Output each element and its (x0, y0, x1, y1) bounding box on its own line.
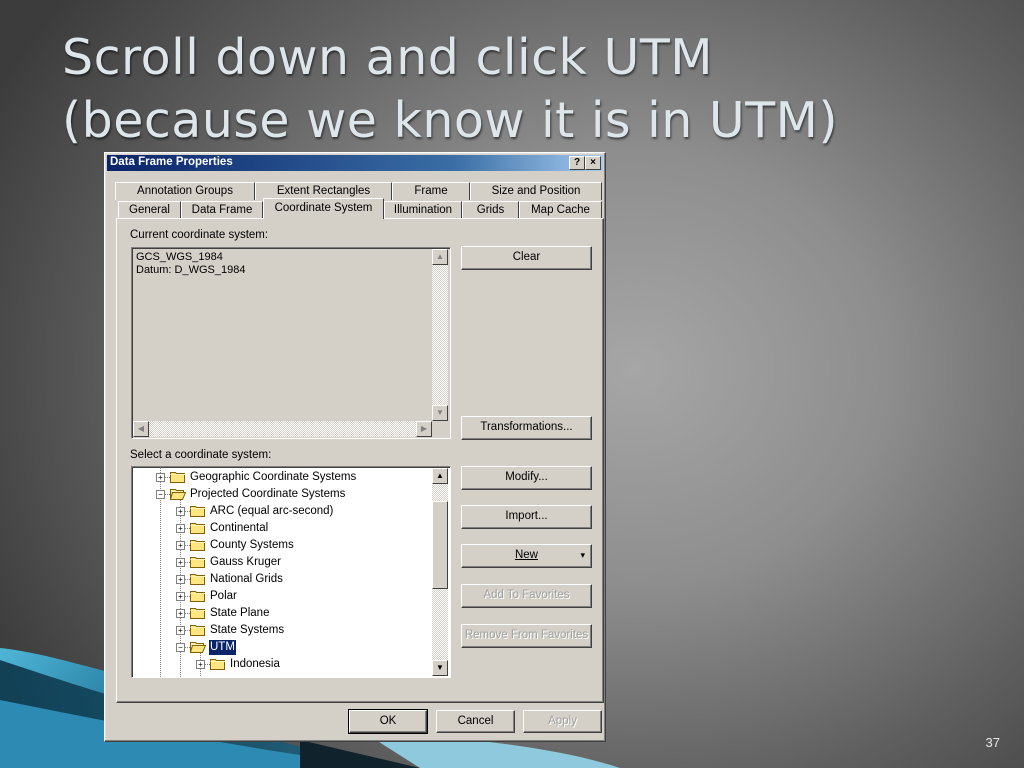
coordinate-system-tree[interactable]: + Geographic Coordinate Systems − Projected… (131, 466, 451, 678)
modify-button[interactable]: Modify... (461, 466, 592, 490)
folder-open-icon (169, 488, 187, 500)
tree-item[interactable]: + National Grids (132, 571, 432, 588)
tree-item-label[interactable]: Indonesia (229, 657, 281, 672)
tree-item-label[interactable]: Continental (209, 521, 269, 536)
expand-icon[interactable]: + (176, 541, 185, 550)
tab-coordinate-system[interactable]: Coordinate System (263, 198, 384, 219)
tree-scroll-up-icon[interactable]: ▲ (432, 468, 448, 484)
folder-open-icon (189, 641, 207, 653)
scroll-down-icon[interactable]: ▼ (432, 405, 448, 421)
collapse-icon[interactable]: − (176, 643, 185, 652)
cancel-button[interactable]: Cancel (436, 710, 515, 733)
folder-icon (190, 573, 206, 585)
expand-icon[interactable]: + (176, 626, 185, 635)
tree-item-label[interactable]: County Systems (209, 538, 295, 553)
tab-size-and-position[interactable]: Size and Position (470, 182, 602, 200)
tab-general[interactable]: General (118, 201, 181, 219)
remove-from-favorites-button[interactable]: Remove From Favorites (461, 624, 592, 648)
tree-item[interactable]: + Indonesia (132, 656, 432, 673)
tree-item-label[interactable]: National Grids (209, 572, 284, 587)
scroll-up-icon[interactable]: ▲ (432, 249, 448, 265)
folder-icon (190, 624, 206, 636)
expand-icon[interactable]: + (156, 473, 165, 482)
clear-button[interactable]: Clear (461, 246, 592, 270)
folder-icon (190, 607, 206, 619)
current-vertical-scrollbar[interactable]: ▲ ▼ (432, 249, 448, 421)
expand-icon[interactable]: + (176, 592, 185, 601)
close-icon[interactable]: × (585, 156, 601, 170)
expand-icon[interactable]: + (176, 575, 185, 584)
tree-item[interactable]: − Projected Coordinate Systems (132, 486, 432, 503)
add-to-favorites-button[interactable]: Add To Favorites (461, 584, 592, 608)
collapse-icon[interactable]: − (156, 490, 165, 499)
tree-item-label[interactable]: Geographic Coordinate Systems (189, 470, 357, 485)
slide-number: 37 (985, 735, 1000, 750)
tree-item[interactable]: + County Systems (132, 537, 432, 554)
expand-icon[interactable]: + (176, 524, 185, 533)
expand-icon[interactable]: + (176, 609, 185, 618)
expand-icon[interactable]: + (176, 558, 185, 567)
tree-item-label[interactable]: Gauss Kruger (209, 555, 282, 570)
apply-button[interactable]: Apply (523, 710, 602, 733)
dropdown-arrow-icon: ▾ (580, 550, 585, 560)
expand-icon[interactable]: + (176, 507, 185, 516)
import-button[interactable]: Import... (461, 505, 592, 529)
ok-button[interactable]: OK (348, 709, 428, 734)
tab-data-frame[interactable]: Data Frame (181, 201, 263, 219)
tree-item-label[interactable]: State Systems (209, 623, 285, 638)
scroll-left-icon[interactable]: ◀ (133, 421, 149, 437)
tree-item[interactable]: − UTM (132, 639, 432, 656)
tree-item-label[interactable]: ARC (equal arc-second) (209, 504, 334, 519)
dialog-titlebar[interactable]: Data Frame Properties ? × (107, 155, 603, 171)
folder-icon (190, 590, 206, 602)
tree-vertical-scrollbar[interactable]: ▲ ▼ (432, 468, 448, 676)
dialog-title: Data Frame Properties (110, 156, 233, 168)
tree-item-label[interactable]: State Plane (209, 606, 270, 621)
folder-icon (210, 658, 226, 670)
help-icon[interactable]: ? (569, 156, 585, 170)
folder-icon (190, 522, 206, 534)
tab-map-cache[interactable]: Map Cache (519, 201, 602, 219)
current-horizontal-scrollbar[interactable]: ◀ ▶ (133, 421, 432, 437)
tree-item[interactable]: + ARC (equal arc-second) (132, 503, 432, 520)
tree-item[interactable]: + State Plane (132, 605, 432, 622)
tab-grids[interactable]: Grids (462, 201, 519, 219)
new-button[interactable]: New ▾ (461, 544, 592, 568)
scroll-right-icon[interactable]: ▶ (416, 421, 432, 437)
tree-item-label[interactable]: UTM (208, 639, 237, 656)
current-system-text: GCS_WGS_1984 Datum: D_WGS_1984 (136, 251, 246, 276)
tab-annotation-groups[interactable]: Annotation Groups (115, 182, 255, 200)
select-system-label: Select a coordinate system: (130, 449, 272, 461)
slide-title: Scroll down and click UTM (because we kn… (62, 26, 962, 152)
tree-scroll-down-icon[interactable]: ▼ (432, 660, 448, 676)
tab-frame[interactable]: Frame (392, 182, 470, 200)
transformations-button[interactable]: Transformations... (461, 416, 592, 440)
expand-icon[interactable]: + (196, 660, 205, 669)
tree-item-label[interactable]: Projected Coordinate Systems (189, 487, 346, 502)
current-system-box[interactable]: GCS_WGS_1984 Datum: D_WGS_1984 ▲ ▼ ◀ ▶ (131, 247, 451, 439)
tree-item[interactable]: + Polar (132, 588, 432, 605)
tree-item[interactable]: + State Systems (132, 622, 432, 639)
data-frame-properties-dialog: Data Frame Properties ? × Annotation Gro… (104, 152, 606, 742)
tree-item[interactable]: + Continental (132, 520, 432, 537)
slide-title-line-1: Scroll down and click UTM (62, 29, 714, 86)
current-system-label: Current coordinate system: (130, 229, 269, 241)
new-button-label: New (514, 549, 538, 561)
tree-item[interactable]: + Gauss Kruger (132, 554, 432, 571)
tree-scroll-thumb[interactable] (432, 501, 448, 589)
tab-illumination[interactable]: Illumination (384, 201, 462, 219)
slide-title-line-2: (because we know it is in UTM) (62, 92, 839, 149)
folder-icon (190, 505, 206, 517)
tree-item[interactable]: + Geographic Coordinate Systems (132, 469, 432, 486)
folder-icon (170, 471, 186, 483)
folder-icon (190, 539, 206, 551)
folder-icon (190, 556, 206, 568)
tree-item-label[interactable]: Polar (209, 589, 238, 604)
